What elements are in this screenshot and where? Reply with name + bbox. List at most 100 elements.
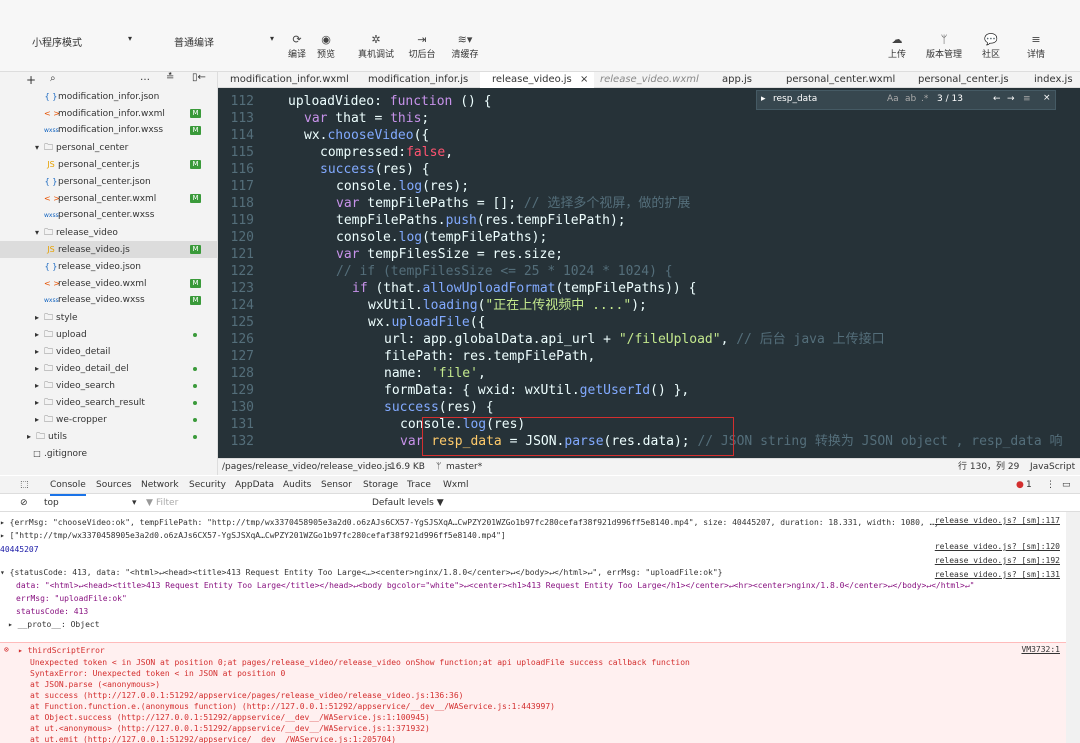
clear-cache-button[interactable]: ≋▾ 清缓存 (448, 33, 482, 60)
sidebar-item-label: release_video.wxss (58, 295, 145, 305)
context-select[interactable]: top ▾ (44, 494, 144, 512)
tab-personal-center-js[interactable]: personal_center.js (918, 72, 1009, 88)
sidebar-item[interactable]: ▸ 🗀 we-cropper (0, 411, 217, 428)
sidebar-item[interactable]: □ .gitignore (0, 445, 217, 462)
sidebar-item[interactable]: ▸ 🗀 style (0, 309, 217, 326)
sidebar-item[interactable]: ▸ 🗀 video_search_result (0, 394, 217, 411)
sidebar-item[interactable]: wxssmodification_infor.wxss M (0, 122, 217, 139)
error-line: at Object.success (http://127.0.0.1:5129… (30, 713, 430, 722)
sidebar-item[interactable]: < >release_video.wxml M (0, 275, 217, 292)
sidebar-item[interactable]: { }release_video.json (0, 258, 217, 275)
tab-sources[interactable]: Sources (96, 476, 132, 494)
source-link[interactable]: VM3732:1 (1021, 645, 1060, 654)
details-button[interactable]: ≡ 详情 (1021, 33, 1051, 60)
source-link[interactable]: release_video.js? [sm]:117 (934, 516, 1060, 525)
sidebar-item[interactable]: < >personal_center.wxml M (0, 190, 217, 207)
sidebar-item[interactable]: ▸ 🗀 video_detail_del (0, 360, 217, 377)
error-title[interactable]: ▸ thirdScriptError (0, 645, 1066, 656)
find-widget[interactable]: ▸ resp_data Aa ab .* 3 / 13 ← → ≡ × (756, 90, 1056, 110)
code-editor[interactable]: 112 113 114 115 116 117 118 119 120 121 122 123 124 1… (218, 88, 1080, 458)
tab-release-video-wxml[interactable]: release_video.wxml (600, 72, 699, 88)
sidebar-item[interactable]: JS personal_center.js M (0, 156, 217, 173)
tab-personal-center-wxml[interactable]: personal_center.wxml (786, 72, 895, 88)
collapse-icon[interactable]: ≛ (166, 72, 174, 83)
filter-input[interactable]: Filter (156, 494, 178, 512)
code-line: compressed:false, (320, 145, 454, 160)
more-icon[interactable]: … (140, 72, 150, 83)
status-dot (193, 435, 197, 439)
tab-app-js[interactable]: app.js (722, 72, 752, 88)
cursor-position[interactable]: 行 130，列 29 (958, 459, 1019, 475)
source-link[interactable]: release_video.js? [sm]:131 (934, 570, 1060, 579)
tab-storage[interactable]: Storage (363, 476, 398, 494)
sidebar-item[interactable]: JS release_video.js M (0, 241, 217, 258)
preview-button[interactable]: ◉ 预览 (311, 33, 341, 60)
tab-modification-infor-wxml[interactable]: modification_infor.wxml (230, 72, 349, 88)
find-input[interactable]: resp_data (773, 94, 817, 104)
sidebar-item[interactable]: wxssrelease_video.wxss M (0, 292, 217, 309)
inspect-icon[interactable]: ⬚ (20, 476, 29, 494)
more-vert-icon[interactable]: ⋮ (1046, 476, 1055, 494)
arrow-next-icon[interactable]: → (1007, 94, 1015, 104)
sidebar-item[interactable]: < >modification_infor.wxml M (0, 105, 217, 122)
console-output: ▸ {errMsg: "chooseVideo:ok", tempFilePat… (0, 512, 1066, 743)
tab-release-video-js[interactable]: release_video.js × (480, 72, 594, 88)
sidebar-item[interactable]: ▾ 🗀 personal_center (0, 139, 217, 156)
upload-button[interactable]: ☁ 上传 (882, 33, 912, 60)
close-icon[interactable]: × (1043, 93, 1051, 103)
sidebar-item[interactable]: ▾ 🗀 release_video (0, 224, 217, 241)
sidebar-item[interactable]: { }modification_infor.json (0, 88, 217, 105)
split-icon[interactable]: ▯← (192, 72, 206, 83)
regex-icon[interactable]: .* (921, 94, 928, 104)
tab-sensor[interactable]: Sensor (321, 476, 352, 494)
mode-select[interactable]: 小程序模式 ▾ (32, 34, 132, 50)
sidebar-item[interactable]: ▸ 🗀 upload (0, 326, 217, 343)
background-button[interactable]: ⇥ 切后台 (405, 33, 439, 60)
console-scrollbar[interactable] (1066, 512, 1080, 743)
sidebar-item-label: video_search (56, 381, 115, 391)
search-icon[interactable]: ⌕ (50, 73, 56, 84)
sidebar-item[interactable]: ▸ 🗀 video_detail (0, 343, 217, 360)
close-icon[interactable]: × (580, 74, 588, 85)
sidebar-item-label: we-cropper (56, 415, 107, 425)
sidebar-item-label: modification_infor.wxml (58, 109, 165, 119)
tab-index-js[interactable]: index.js (1034, 72, 1073, 88)
log-levels-select[interactable]: Default levels ▼ (372, 494, 444, 512)
community-button[interactable]: 💬 社区 (976, 33, 1006, 60)
version-button[interactable]: ᛘ 版本管理 (922, 33, 966, 60)
sidebar-item[interactable]: ▸ 🗀 utils (0, 428, 217, 445)
dock-icon[interactable]: ▭ (1062, 476, 1071, 494)
tab-wxml[interactable]: Wxml (443, 476, 469, 494)
remote-debug-button[interactable]: ✲ 真机调试 (356, 33, 396, 60)
tab-trace[interactable]: Trace (407, 476, 431, 494)
code-line: url: app.globalData.api_url + "/fileUplo… (384, 332, 885, 347)
code-line: formData: { wxid: wxUtil.getUserId() }, (384, 383, 690, 398)
selection-icon[interactable]: ≡ (1023, 94, 1031, 104)
error-count[interactable]: 1 (1026, 476, 1032, 494)
code-line: wxUtil.loading("正在上传视频中 ...."); (368, 298, 647, 313)
clear-console-icon[interactable]: ⊘ (20, 494, 28, 512)
sidebar-item-label: utils (48, 432, 67, 442)
source-link[interactable]: release_video.js? [sm]:192 (934, 556, 1060, 565)
compile-button[interactable]: ⟳ 编译 (282, 33, 312, 60)
file-type-icon: ▾ (34, 228, 39, 237)
expand-icon[interactable]: ▸ (761, 94, 766, 104)
sidebar-item[interactable]: ▸ 🗀 video_search (0, 377, 217, 394)
sidebar-item[interactable]: { }personal_center.json (0, 173, 217, 190)
tab-audits[interactable]: Audits (283, 476, 311, 494)
git-branch[interactable]: master* (446, 459, 482, 475)
tab-modification-infor-js[interactable]: modification_infor.js (368, 72, 468, 88)
tab-appdata[interactable]: AppData (235, 476, 274, 494)
compile-select[interactable]: 普通编译 ▾ (174, 34, 274, 50)
sidebar-item[interactable]: wxsspersonal_center.wxss (0, 207, 217, 224)
code-line: console.log(res); (336, 179, 470, 194)
arrow-prev-icon[interactable]: ← (993, 94, 1001, 104)
tab-console[interactable]: Console (50, 476, 86, 496)
whole-word-icon[interactable]: ab (905, 94, 916, 104)
language-mode[interactable]: JavaScript (1030, 459, 1075, 475)
tab-network[interactable]: Network (141, 476, 179, 494)
match-case-icon[interactable]: Aa (887, 94, 899, 104)
add-icon[interactable]: + (26, 73, 36, 87)
source-link[interactable]: release_video.js? [sm]:120 (934, 542, 1060, 551)
tab-security[interactable]: Security (189, 476, 226, 494)
